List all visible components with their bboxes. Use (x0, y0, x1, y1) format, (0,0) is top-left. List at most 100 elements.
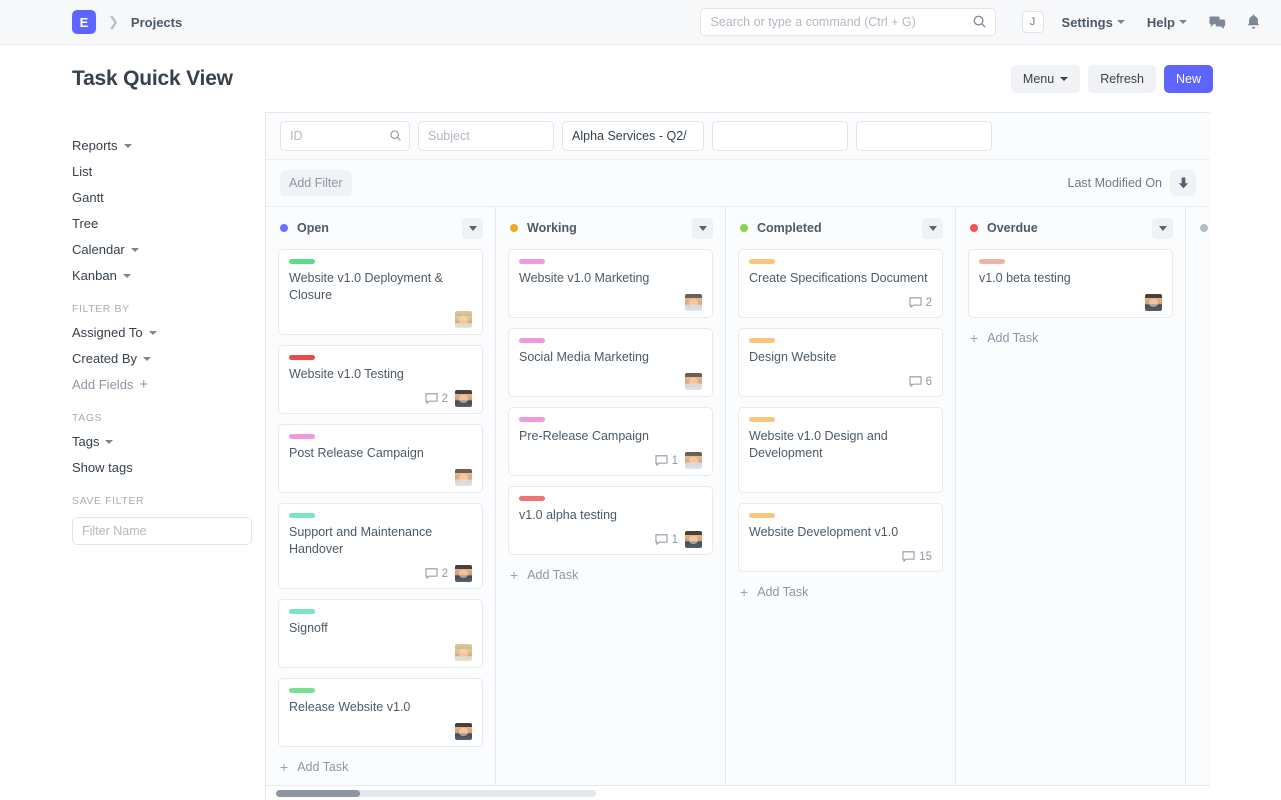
kanban-column[interactable]: CompletedCreate Specifications Document2… (726, 207, 956, 800)
horizontal-scrollbar[interactable] (266, 786, 1210, 800)
task-card-footer: 2 (289, 558, 472, 580)
task-card-footer (289, 462, 472, 484)
sidebar-item-reports[interactable]: Reports (72, 138, 265, 153)
task-card-title: Support and Maintenance Handover (289, 524, 472, 558)
task-card[interactable]: Post Release Campaign (278, 424, 483, 493)
breadcrumb-projects-link[interactable]: Projects (131, 15, 182, 30)
task-card[interactable]: v1.0 alpha testing1 (508, 486, 713, 555)
task-card[interactable]: Support and Maintenance Handover 2 (278, 503, 483, 589)
assignee-avatar[interactable] (455, 390, 472, 407)
assignee-avatar[interactable] (685, 373, 702, 390)
priority-bar (289, 259, 315, 264)
task-card[interactable]: Signoff (278, 599, 483, 668)
add-task-button[interactable]: +Add Task (278, 757, 483, 774)
menu-button[interactable]: Menu (1011, 65, 1080, 93)
add-task-button[interactable]: +Add Task (968, 328, 1173, 345)
assignee-avatar[interactable] (455, 644, 472, 661)
comment-count: 2 (926, 297, 932, 309)
task-card-footer (519, 366, 702, 388)
chevron-down-icon (1117, 20, 1125, 24)
kanban-column-partial[interactable] (1186, 207, 1210, 800)
task-card[interactable]: Website v1.0 Deployment & Closure (278, 249, 483, 335)
assignee-avatar[interactable] (455, 469, 472, 486)
notification-bell-icon[interactable] (1246, 14, 1261, 30)
kanban-column-header: Working (496, 207, 725, 249)
task-card[interactable]: Social Media Marketing (508, 328, 713, 397)
task-card[interactable]: Release Website v1.0 (278, 678, 483, 747)
sidebar-item-tree[interactable]: Tree (72, 216, 265, 231)
sidebar-tags-dropdown[interactable]: Tags (72, 434, 265, 449)
task-card[interactable]: v1.0 beta testing (968, 249, 1173, 318)
task-card[interactable]: Design Website6 (738, 328, 943, 397)
comment-icon (909, 296, 922, 309)
chat-icon[interactable] (1209, 14, 1226, 31)
new-button[interactable]: New (1164, 65, 1213, 93)
sort-field-label[interactable]: Last Modified On (1068, 176, 1163, 190)
project-filter-input[interactable] (562, 121, 704, 151)
priority-bar (519, 338, 545, 343)
chevron-down-icon (124, 144, 132, 148)
scrollbar-track[interactable] (276, 790, 596, 797)
assignee-avatar[interactable] (455, 723, 472, 740)
kanban-column[interactable]: OpenWebsite v1.0 Deployment & ClosureWeb… (266, 207, 496, 800)
comment-icon (425, 567, 438, 580)
sort-direction-button[interactable] (1170, 170, 1196, 196)
sidebar-show-tags[interactable]: Show tags (72, 460, 265, 475)
refresh-button[interactable]: Refresh (1088, 65, 1156, 93)
add-task-button[interactable]: +Add Task (738, 582, 943, 599)
comment-count: 1 (672, 534, 678, 546)
navbar-right-group: J Settings Help (700, 8, 1265, 36)
comment-count: 2 (442, 568, 448, 580)
kanban-column-menu-button[interactable] (692, 218, 713, 239)
sidebar-add-fields[interactable]: Add Fields + (72, 377, 265, 392)
task-card-footer (289, 716, 472, 738)
kanban-board[interactable]: OpenWebsite v1.0 Deployment & ClosureWeb… (266, 207, 1210, 800)
assignee-avatar[interactable] (685, 531, 702, 548)
help-menu[interactable]: Help (1147, 15, 1187, 30)
sidebar-filter-created-by[interactable]: Created By (72, 351, 265, 366)
sidebar-item-gantt[interactable]: Gantt (72, 190, 265, 205)
task-card[interactable]: Website Development v1.015 (738, 503, 943, 572)
kanban-column-menu-button[interactable] (922, 218, 943, 239)
filter-input-4[interactable] (712, 121, 848, 151)
scrollbar-thumb[interactable] (276, 790, 360, 797)
kanban-column[interactable]: Working Website v1.0 Marketing Social Medi… (496, 207, 726, 800)
subject-filter-input[interactable] (418, 121, 554, 151)
sidebar-item-list[interactable]: List (72, 164, 265, 179)
task-card-title: Release Website v1.0 (289, 699, 472, 716)
task-card[interactable]: Pre-Release Campaign1 (508, 407, 713, 476)
assignee-avatar[interactable] (455, 311, 472, 328)
settings-menu[interactable]: Settings (1062, 15, 1125, 30)
priority-bar (289, 434, 315, 439)
task-card[interactable]: Website v1.0 Marketing (508, 249, 713, 318)
kanban-column-title: Working (527, 221, 577, 235)
sidebar-item-calendar[interactable]: Calendar (72, 242, 265, 257)
kanban-column-body: Website v1.0 Deployment & Closure Website… (266, 249, 495, 800)
task-card[interactable]: Website v1.0 Testing2 (278, 345, 483, 414)
filter-name-input[interactable] (72, 517, 252, 545)
assignee-avatar[interactable] (455, 565, 472, 582)
app-logo[interactable]: E (72, 10, 96, 34)
filter-input-5[interactable] (856, 121, 992, 151)
search-icon[interactable] (389, 129, 402, 147)
user-avatar[interactable]: J (1022, 11, 1044, 33)
search-icon[interactable] (972, 14, 987, 29)
task-card-footer: 2 (749, 287, 932, 309)
kanban-column-menu-button[interactable] (1152, 218, 1173, 239)
plus-icon: + (970, 331, 978, 345)
task-card[interactable]: Create Specifications Document2 (738, 249, 943, 318)
search-input[interactable] (700, 8, 996, 36)
sidebar-item-kanban[interactable]: Kanban (72, 268, 265, 283)
kanban-column-menu-button[interactable] (462, 218, 483, 239)
chevron-down-icon (929, 226, 937, 231)
sidebar-filter-assigned-to[interactable]: Assigned To (72, 325, 265, 340)
assignee-avatar[interactable] (1145, 294, 1162, 311)
task-card[interactable]: Website v1.0 Design and Development (738, 407, 943, 493)
plus-icon: + (510, 568, 518, 582)
kanban-column[interactable]: Overduev1.0 beta testing+Add Task (956, 207, 1186, 800)
add-task-button[interactable]: +Add Task (508, 565, 713, 582)
assignee-avatar[interactable] (685, 452, 702, 469)
assignee-avatar[interactable] (685, 294, 702, 311)
add-filter-button[interactable]: Add Filter (280, 170, 352, 196)
comment-indicator: 2 (425, 567, 448, 580)
